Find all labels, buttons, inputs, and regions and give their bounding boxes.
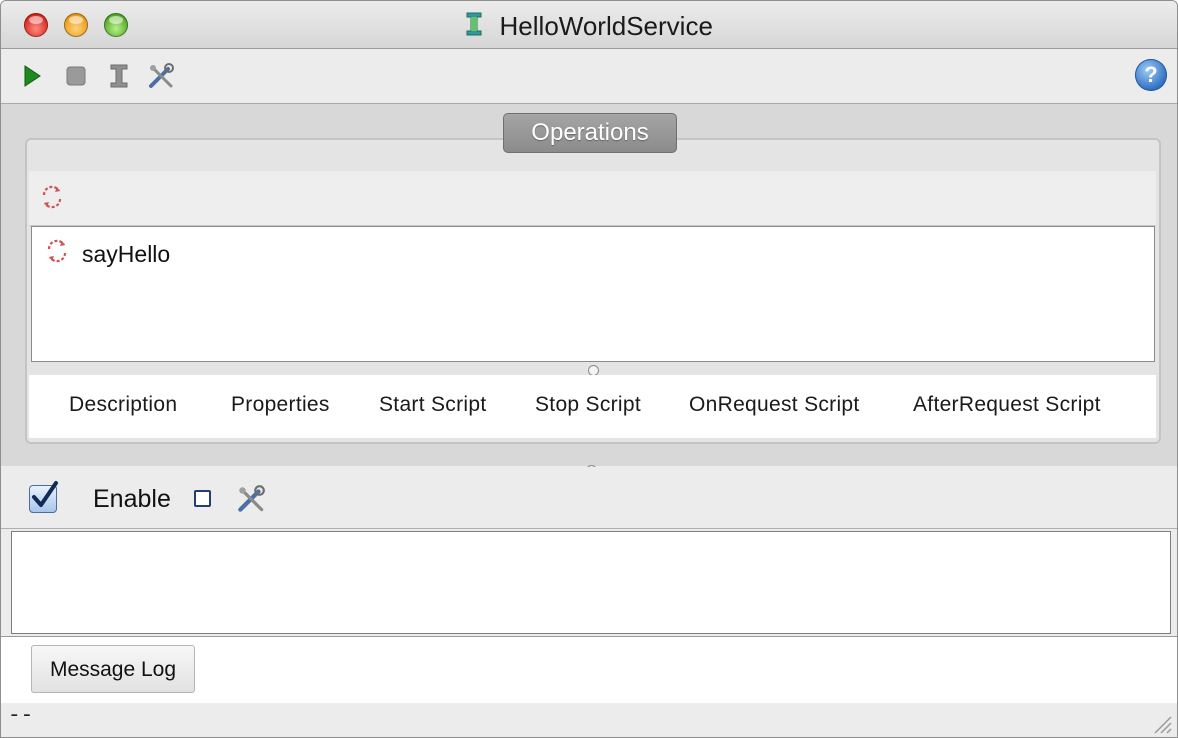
operations-toolbar: [29, 171, 1156, 226]
message-log-text[interactable]: [11, 531, 1171, 634]
enable-label: Enable: [93, 485, 171, 513]
message-log-button[interactable]: Message Log: [31, 645, 195, 693]
tab-properties[interactable]: Properties: [231, 393, 330, 417]
operations-list: sayHello: [31, 226, 1155, 362]
operation-icon[interactable]: [39, 183, 65, 216]
operation-label: sayHello: [82, 240, 171, 267]
operations-tab[interactable]: Operations: [503, 113, 677, 153]
checkmark-icon: [32, 481, 58, 507]
main-toolbar: [1, 49, 1177, 104]
settings-icon[interactable]: [146, 61, 176, 91]
title-bar: HelloWorldService: [1, 1, 1177, 49]
window-title: HelloWorldService: [499, 11, 713, 41]
operation-tabs: Description Properties Start Script Stop…: [29, 375, 1156, 438]
status-text: --: [8, 705, 34, 728]
tab-afterrequest-script[interactable]: AfterRequest Script: [913, 393, 1101, 417]
tab-onrequest-script[interactable]: OnRequest Script: [689, 393, 860, 417]
enable-checkbox[interactable]: [29, 481, 58, 513]
service-window: HelloWorldService ? Operations sayHello …: [0, 0, 1178, 738]
help-icon[interactable]: ?: [1135, 59, 1167, 91]
enable-bar: [1, 467, 1177, 529]
title-group: HelloWorldService: [1, 11, 1177, 42]
service-icon[interactable]: [104, 61, 134, 91]
tab-stop-script[interactable]: Stop Script: [535, 393, 641, 417]
list-item[interactable]: sayHello: [44, 237, 170, 271]
stop-square-icon[interactable]: [194, 490, 211, 507]
tab-description[interactable]: Description: [69, 393, 177, 417]
tab-start-script[interactable]: Start Script: [379, 393, 486, 417]
settings-icon[interactable]: [235, 483, 267, 520]
operation-icon: [44, 237, 70, 271]
resize-grip-icon[interactable]: [1151, 713, 1173, 737]
status-bar: [1, 703, 1177, 737]
stop-icon[interactable]: [61, 61, 91, 91]
run-icon[interactable]: [17, 61, 47, 91]
service-icon: [465, 11, 483, 42]
